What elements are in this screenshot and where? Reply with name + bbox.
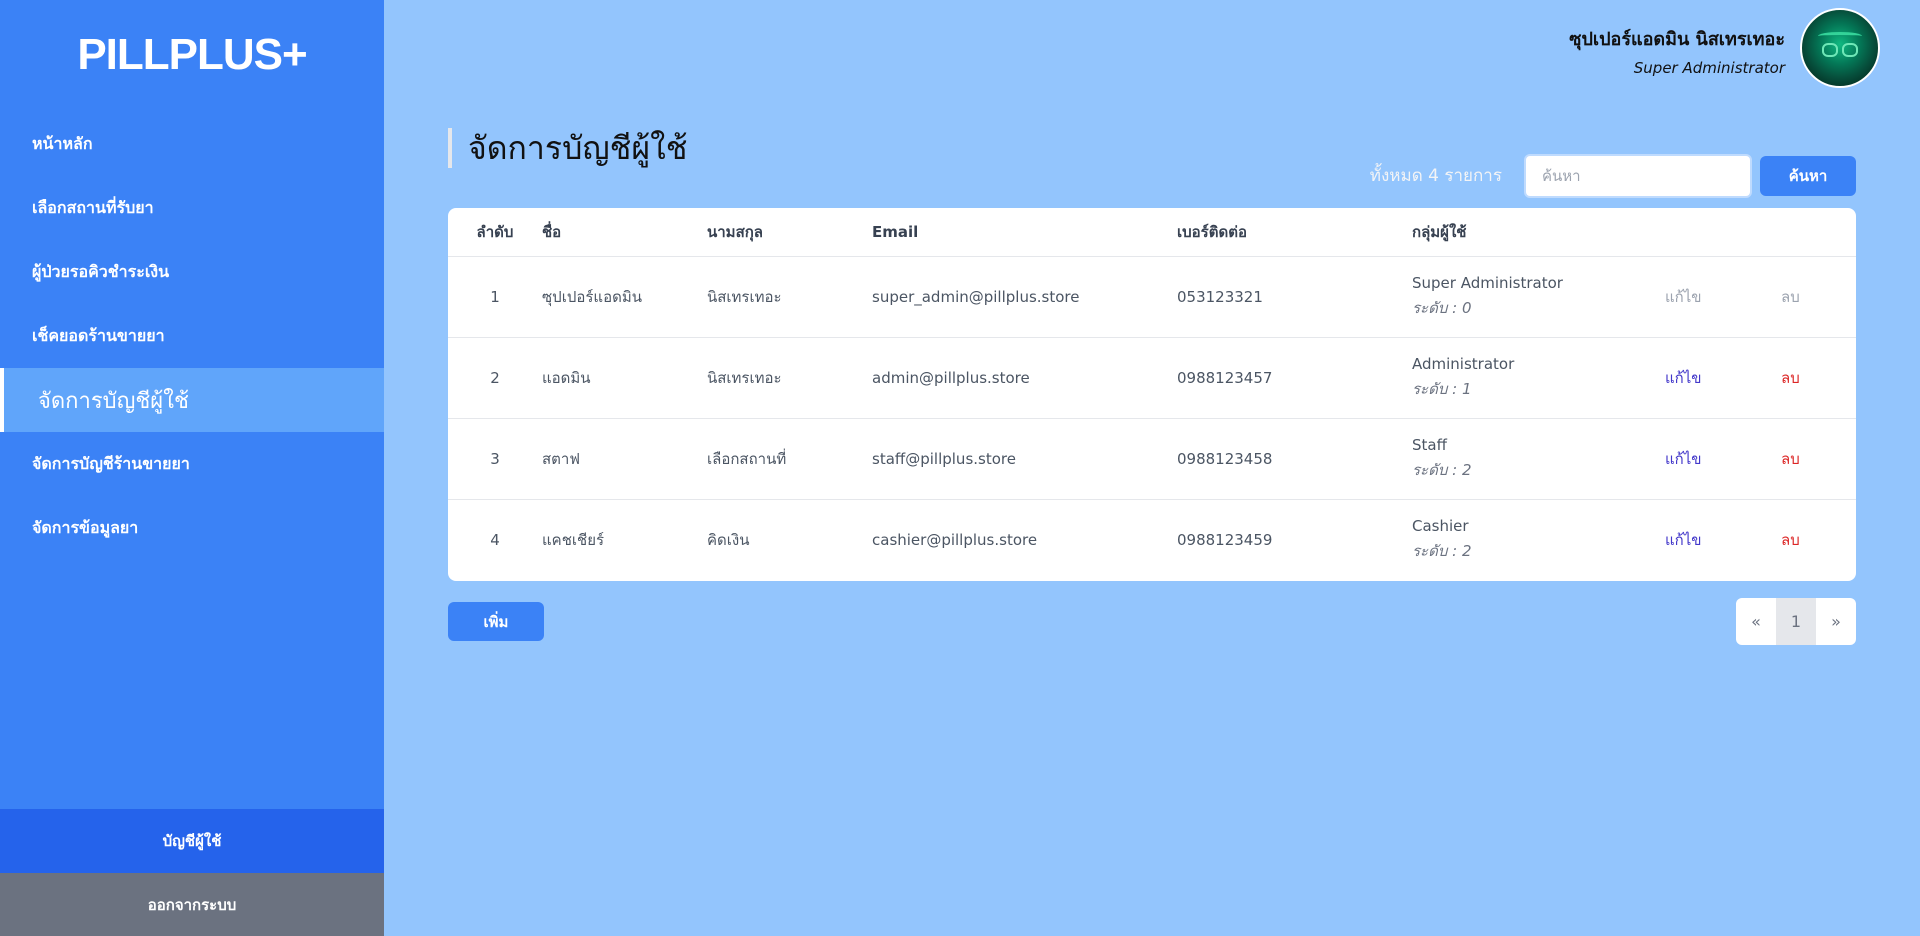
table-row: 2 แอดมิน นิสเทรเทอะ admin@pillplus.store… [448,337,1856,418]
cell-no: 2 [490,368,500,387]
page-title: จัดการบัญชีผู้ใช้ [448,128,687,168]
group-name: Super Administrator [1412,273,1563,292]
cell-email: super_admin@pillplus.store [872,287,1080,306]
search-button[interactable]: ค้นหา [1760,156,1856,196]
user-info: ซุปเปอร์แอดมิน นิสเทรเทอะ Super Administ… [1569,24,1785,77]
cell-no: 1 [490,287,500,306]
user-name: ซุปเปอร์แอดมิน นิสเทรเทอะ [1569,29,1785,50]
group-level: ระดับ : 1 [1412,379,1472,398]
column-header-no: ลำดับ [476,222,514,241]
cell-phone: 0988123457 [1177,368,1273,387]
users-table: ลำดับ ชื่อ นามสกุล Email เบอร์ติดต่อ กลุ… [448,208,1856,580]
pagination-prev[interactable]: « [1736,598,1776,645]
table-row: 1 ซุปเปอร์แอดมิน นิสเทรเทอะ super_admin@… [448,256,1856,337]
cell-phone: 053123321 [1177,287,1263,306]
cell-group: Cashier ระดับ : 2 [1412,499,1665,580]
cell-no: 4 [490,530,500,549]
cell-no: 3 [490,449,500,468]
group-name: Administrator [1412,354,1515,373]
edit-link: แก้ไข [1665,287,1702,306]
cell-email: staff@pillplus.store [872,449,1016,468]
delete-link[interactable]: ลบ [1781,450,1800,468]
delete-link[interactable]: ลบ [1781,369,1800,387]
column-header-group: กลุ่มผู้ใช้ [1412,222,1467,241]
app-logo[interactable]: PILLPLUS+ [0,30,384,80]
table-header-row: ลำดับ ชื่อ นามสกุล Email เบอร์ติดต่อ กลุ… [448,208,1856,256]
sidebar-item-user-accounts[interactable]: จัดการบัญชีผู้ใช้ [0,368,384,432]
users-table-card: ลำดับ ชื่อ นามสกุล Email เบอร์ติดต่อ กลุ… [448,208,1856,581]
cell-first-name: แอดมิน [542,368,591,387]
table-row: 4 แคชเชียร์ คิดเงิน cashier@pillplus.sto… [448,499,1856,580]
sidebar: PILLPLUS+ หน้าหลัก เลือกสถานที่รับยา ผู้… [0,0,384,936]
cell-email: cashier@pillplus.store [872,530,1038,549]
account-button[interactable]: บัญชีผู้ใช้ [0,809,384,873]
sidebar-item-payment-queue[interactable]: ผู้ป่วยรอคิวชำระเงิน [0,240,384,304]
cell-group: Administrator ระดับ : 1 [1412,337,1665,418]
sidebar-item-pharmacy-sales[interactable]: เช็คยอดร้านขายยา [0,304,384,368]
column-header-phone: เบอร์ติดต่อ [1177,222,1247,241]
search-input[interactable] [1524,154,1752,198]
cell-phone: 0988123459 [1177,530,1273,549]
delete-link: ลบ [1781,287,1800,306]
total-count: ทั้งหมด 4 รายการ [1369,166,1502,186]
pagination-next[interactable]: » [1816,598,1856,645]
group-level: ระดับ : 0 [1412,298,1472,317]
sidebar-item-home[interactable]: หน้าหลัก [0,112,384,176]
edit-link[interactable]: แก้ไข [1665,369,1702,387]
edit-link[interactable]: แก้ไข [1665,450,1702,468]
sidebar-item-pharmacy-accounts[interactable]: จัดการบัญชีร้านขายยา [0,432,384,496]
add-user-button[interactable]: เพิ่ม [448,602,544,641]
column-header-first-name: ชื่อ [542,222,562,241]
cell-group: Super Administrator ระดับ : 0 [1412,256,1665,337]
cell-last-name: เลือกสถานที่ [707,449,787,468]
cell-phone: 0988123458 [1177,449,1273,468]
group-level: ระดับ : 2 [1412,541,1472,560]
cell-group: Staff ระดับ : 2 [1412,418,1665,499]
cell-last-name: นิสเทรเทอะ [707,368,782,387]
cell-last-name: นิสเทรเทอะ [707,287,782,306]
avatar[interactable] [1800,8,1880,88]
cell-last-name: คิดเงิน [707,530,750,549]
pagination-page-current[interactable]: 1 [1776,598,1816,645]
cell-first-name: แคชเชียร์ [542,530,605,549]
user-role: Super Administrator [1633,59,1785,77]
group-name: Cashier [1412,516,1469,535]
cell-first-name: ซุปเปอร์แอดมิน [542,287,642,306]
group-name: Staff [1412,435,1447,454]
cell-first-name: สตาฟ [542,449,580,468]
column-header-email: Email [872,222,919,241]
sidebar-item-pickup-location[interactable]: เลือกสถานที่รับยา [0,176,384,240]
sidebar-item-drug-data[interactable]: จัดการข้อมูลยา [0,496,384,560]
group-level: ระดับ : 2 [1412,460,1472,479]
pagination: « 1 » [1736,598,1856,645]
column-header-last-name: นามสกุล [707,222,763,241]
edit-link[interactable]: แก้ไข [1665,531,1702,549]
sidebar-nav: หน้าหลัก เลือกสถานที่รับยา ผู้ป่วยรอคิวช… [0,112,384,560]
table-row: 3 สตาฟ เลือกสถานที่ staff@pillplus.store… [448,418,1856,499]
delete-link[interactable]: ลบ [1781,531,1800,549]
logout-button[interactable]: ออกจากระบบ [0,873,384,936]
cell-email: admin@pillplus.store [872,368,1030,387]
